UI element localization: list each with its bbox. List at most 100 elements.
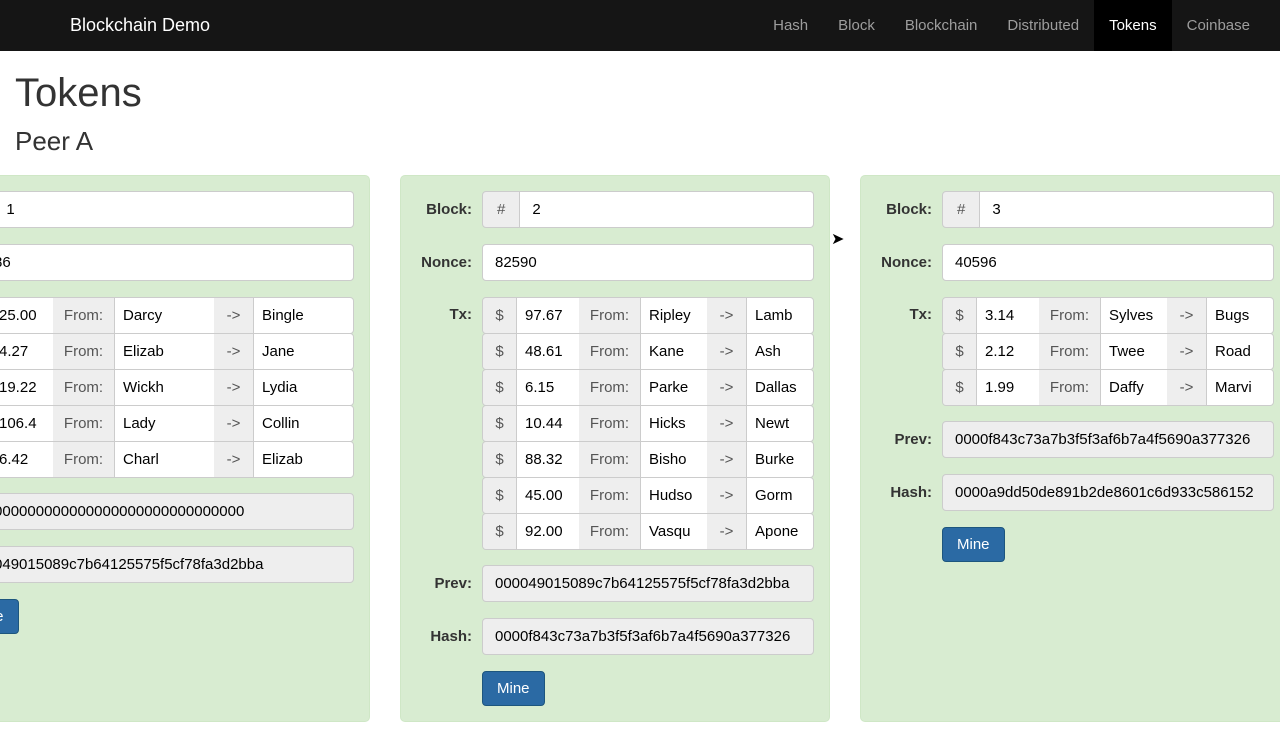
- hash-input: [942, 474, 1274, 511]
- tx-to-input[interactable]: [254, 298, 353, 333]
- tx-from-input[interactable]: [641, 442, 707, 477]
- page-content: Tokens Peer A Block:#Nonce:Tx:$From:->$F…: [0, 51, 1280, 742]
- tx-to-input[interactable]: [1207, 370, 1273, 405]
- prev-hash-input: [942, 421, 1274, 458]
- arrow-addon: ->: [707, 514, 747, 549]
- block-number-input[interactable]: [520, 191, 814, 228]
- tx-from-input[interactable]: [641, 406, 707, 441]
- tx-row: $From:->: [0, 333, 354, 370]
- tx-row: $From:->: [942, 297, 1274, 334]
- tx-from-input[interactable]: [641, 514, 707, 549]
- mine-button[interactable]: Mine: [482, 671, 545, 706]
- tx-row: $From:->: [0, 369, 354, 406]
- tx-from-input[interactable]: [115, 370, 214, 405]
- tx-amount-input[interactable]: [0, 370, 53, 405]
- navbar: Blockchain Demo HashBlockBlockchainDistr…: [0, 0, 1280, 51]
- dollar-addon: $: [943, 334, 977, 369]
- tx-row: $From:->: [482, 477, 814, 514]
- nav-item-block[interactable]: Block: [823, 0, 890, 51]
- tx-from-input[interactable]: [1101, 334, 1167, 369]
- tx-amount-input[interactable]: [0, 406, 53, 441]
- block-number-input[interactable]: [0, 191, 354, 228]
- form-group: Block:#: [876, 191, 1274, 228]
- nav-item-tokens[interactable]: Tokens: [1094, 0, 1172, 51]
- tx-from-input[interactable]: [115, 442, 214, 477]
- dollar-addon: $: [943, 370, 977, 405]
- tx-from-input[interactable]: [641, 370, 707, 405]
- brand[interactable]: Blockchain Demo: [70, 15, 210, 36]
- tx-row: $From:->: [482, 513, 814, 550]
- arrow-addon: ->: [214, 370, 254, 405]
- nav-right: HashBlockBlockchainDistributedTokensCoin…: [758, 0, 1265, 51]
- block-number-input[interactable]: [980, 191, 1274, 228]
- mine-button-wrap: Mine: [942, 527, 1274, 562]
- nonce-input[interactable]: [942, 244, 1274, 281]
- tx-amount-input[interactable]: [977, 298, 1039, 333]
- tx-from-input[interactable]: [641, 478, 707, 513]
- nonce-input[interactable]: [0, 244, 354, 281]
- tx-from-input[interactable]: [641, 334, 707, 369]
- tx-to-input[interactable]: [254, 334, 353, 369]
- tx-amount-input[interactable]: [517, 370, 579, 405]
- tx-from-input[interactable]: [641, 298, 707, 333]
- tx-amount-input[interactable]: [517, 442, 579, 477]
- form-group: Hash:: [876, 474, 1274, 511]
- tx-row: $From:->: [482, 369, 814, 406]
- tx-amount-input[interactable]: [977, 334, 1039, 369]
- form-group: Block:#: [416, 191, 814, 228]
- nonce-label: Nonce:: [876, 254, 942, 271]
- tx-to-input[interactable]: [747, 442, 813, 477]
- mine-button[interactable]: Mine: [942, 527, 1005, 562]
- tx-amount-input[interactable]: [977, 370, 1039, 405]
- tx-list: $From:->$From:->$From:->$From:->$From:->: [0, 297, 354, 477]
- tx-row: $From:->: [942, 333, 1274, 370]
- form-group: Nonce:: [876, 244, 1274, 281]
- dollar-addon: $: [483, 334, 517, 369]
- tx-amount-input[interactable]: [0, 298, 53, 333]
- from-addon: From:: [579, 514, 641, 549]
- nav-item-blockchain[interactable]: Blockchain: [890, 0, 993, 51]
- arrow-addon: ->: [707, 334, 747, 369]
- tx-amount-input[interactable]: [517, 406, 579, 441]
- page-title: Tokens: [15, 71, 1265, 116]
- tx-amount-input[interactable]: [517, 334, 579, 369]
- nonce-input[interactable]: [482, 244, 814, 281]
- mine-button-wrap: Mine: [482, 671, 814, 706]
- tx-to-input[interactable]: [1207, 298, 1273, 333]
- from-addon: From:: [53, 334, 115, 369]
- tx-amount-input[interactable]: [517, 298, 579, 333]
- arrow-addon: ->: [707, 406, 747, 441]
- arrow-addon: ->: [1167, 298, 1207, 333]
- tx-amount-input[interactable]: [0, 442, 53, 477]
- tx-from-input[interactable]: [115, 334, 214, 369]
- tx-from-input[interactable]: [115, 406, 214, 441]
- nav-item-distributed[interactable]: Distributed: [992, 0, 1094, 51]
- tx-to-input[interactable]: [254, 370, 353, 405]
- tx-to-input[interactable]: [747, 478, 813, 513]
- nav-item-hash[interactable]: Hash: [758, 0, 823, 51]
- tx-to-input[interactable]: [747, 334, 813, 369]
- mine-button[interactable]: Mine: [0, 599, 19, 634]
- tx-to-input[interactable]: [747, 298, 813, 333]
- tx-to-input[interactable]: [747, 406, 813, 441]
- nonce-label: Nonce:: [416, 254, 482, 271]
- tx-to-input[interactable]: [747, 370, 813, 405]
- tx-from-input[interactable]: [1101, 298, 1167, 333]
- arrow-addon: ->: [214, 298, 254, 333]
- tx-amount-input[interactable]: [517, 478, 579, 513]
- tx-amount-input[interactable]: [0, 334, 53, 369]
- tx-from-input[interactable]: [1101, 370, 1167, 405]
- block-card: Block:#Nonce:Tx:$From:->$From:->$From:->…: [400, 175, 830, 722]
- tx-row: $From:->: [482, 297, 814, 334]
- tx-from-input[interactable]: [115, 298, 214, 333]
- tx-to-input[interactable]: [254, 406, 353, 441]
- tx-to-input[interactable]: [1207, 334, 1273, 369]
- form-group: Nonce:: [416, 244, 814, 281]
- arrow-addon: ->: [1167, 370, 1207, 405]
- arrow-addon: ->: [214, 406, 254, 441]
- tx-amount-input[interactable]: [517, 514, 579, 549]
- from-addon: From:: [53, 298, 115, 333]
- tx-to-input[interactable]: [747, 514, 813, 549]
- tx-to-input[interactable]: [254, 442, 353, 477]
- nav-item-coinbase[interactable]: Coinbase: [1172, 0, 1265, 51]
